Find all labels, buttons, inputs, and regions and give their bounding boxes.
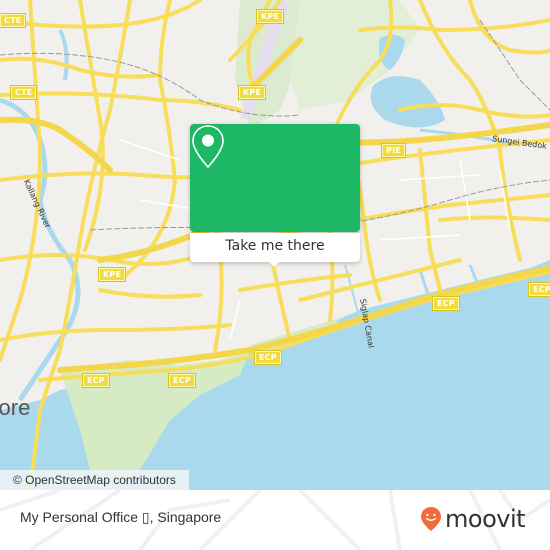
- moovit-pin-icon: [421, 507, 441, 531]
- footer: My Personal Office ▯, Singapore moovit: [0, 490, 550, 550]
- map-pin-icon: [192, 125, 224, 169]
- road-shield-pie: PIE: [381, 143, 406, 158]
- place-name: My Personal Office ▯, Singapore: [20, 509, 222, 525]
- osm-attribution[interactable]: © OpenStreetMap contributors: [0, 470, 189, 490]
- road-shield-cte: CTE: [9, 85, 38, 100]
- road-shield-ecp: ECP: [168, 373, 196, 388]
- popup-pointer: [268, 261, 280, 267]
- moovit-wordmark: moovit: [445, 505, 526, 533]
- take-me-there-button[interactable]: Take me there: [190, 233, 360, 262]
- popup-header: [190, 124, 360, 232]
- road-shield-ecp: ECP: [432, 296, 460, 311]
- road-shield-cte: CTE: [0, 13, 27, 28]
- map[interactable]: CTE CTE KPE KPE KPE PIE ECP ECP ECP ECP …: [0, 0, 550, 490]
- road-shield-ecp: ECP: [254, 350, 282, 365]
- label-city: Singapore: [0, 395, 31, 420]
- moovit-logo[interactable]: moovit: [420, 504, 526, 534]
- road-shield-kpe: KPE: [255, 9, 285, 24]
- road-shield-kpe: KPE: [237, 85, 267, 100]
- road-shield-kpe: KPE: [97, 267, 127, 282]
- road-shield-ecp: ECP: [82, 373, 110, 388]
- location-popup: [190, 124, 360, 232]
- road-shield-ecp: ECP: [528, 282, 550, 297]
